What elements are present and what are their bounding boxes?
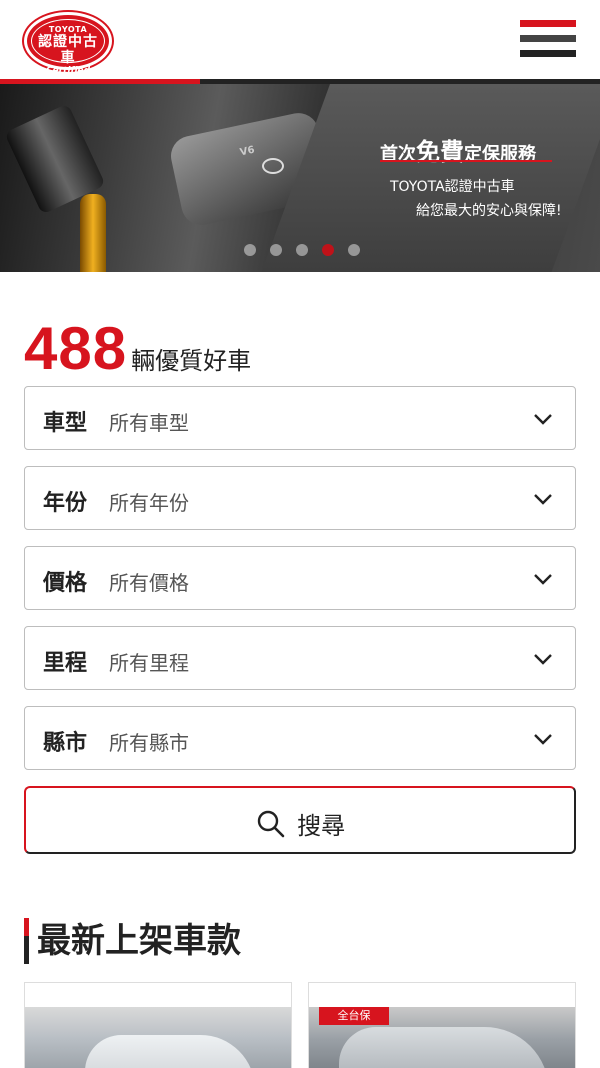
search-icon: [257, 810, 285, 837]
logo-main-text: 認證中古車: [38, 34, 98, 66]
banner-line-2: 給您最大的安心與保障!: [416, 203, 562, 219]
filter-city-select[interactable]: 縣市 所有縣市: [24, 706, 576, 770]
filter-label: 車型: [43, 411, 88, 436]
car-card[interactable]: [24, 982, 292, 1068]
chevron-down-icon: [534, 654, 552, 665]
carousel-dot-3[interactable]: [296, 244, 308, 256]
car-card[interactable]: 全台保: [308, 982, 576, 1068]
filter-mileage-select[interactable]: 里程 所有里程: [24, 626, 576, 690]
filter-value: 所有價格: [109, 571, 189, 595]
menu-bar-top: [520, 20, 576, 27]
menu-bar-bottom: [520, 50, 576, 57]
filter-model-select[interactable]: 車型 所有車型: [24, 386, 576, 450]
filter-value: 所有車型: [109, 411, 189, 435]
carousel-dot-5[interactable]: [348, 244, 360, 256]
carousel-dot-1[interactable]: [244, 244, 256, 256]
inventory-count-number: 488: [24, 315, 128, 382]
oil-stream-image: [80, 194, 106, 272]
filter-label: 縣市: [43, 731, 88, 756]
toyota-emblem-icon: [262, 158, 284, 174]
section-title-text: 最新上架車款: [37, 921, 241, 961]
logo-badge: TOYOTA 認證中古車 Certified: [31, 19, 105, 76]
search-button-content: 搜尋: [256, 806, 345, 841]
top-header: TOYOTA 認證中古車 Certified: [0, 0, 600, 84]
inventory-count-label: 輛優質好車: [131, 347, 252, 375]
search-button[interactable]: 搜尋: [24, 786, 576, 854]
search-button-label: 搜尋: [297, 812, 346, 840]
logo-sub-text: Certified: [45, 66, 91, 76]
inventory-count: 488 輛優質好車: [24, 314, 251, 383]
car-photo: [25, 1007, 291, 1068]
filter-label: 價格: [43, 571, 88, 596]
toyota-certified-logo[interactable]: TOYOTA 認證中古車 Certified: [24, 12, 112, 76]
carousel-dot-2[interactable]: [270, 244, 282, 256]
logo-brand: TOYOTA: [48, 25, 88, 34]
filter-value: 所有里程: [109, 651, 189, 675]
car-silhouette: [339, 1027, 549, 1068]
filter-year-select[interactable]: 年份 所有年份: [24, 466, 576, 530]
filter-value: 所有縣市: [109, 731, 189, 755]
hamburger-menu-icon[interactable]: [520, 20, 576, 60]
carousel-dot-4[interactable]: [322, 244, 334, 256]
banner-line-1: TOYOTA認證中古車: [390, 179, 515, 195]
chevron-down-icon: [534, 574, 552, 585]
filter-label: 年份: [43, 491, 88, 516]
chevron-down-icon: [534, 734, 552, 745]
filter-label: 里程: [43, 651, 88, 676]
menu-bar-middle: [520, 35, 576, 42]
filter-price-select[interactable]: 價格 所有價格: [24, 546, 576, 610]
chevron-down-icon: [534, 494, 552, 505]
dealer-sign: 全台保: [319, 1007, 389, 1025]
chevron-down-icon: [534, 414, 552, 425]
filter-value: 所有年份: [109, 491, 189, 515]
banner-headline-underline: [380, 160, 552, 162]
section-title: 最新上架車款: [24, 918, 241, 964]
car-silhouette: [85, 1035, 255, 1068]
car-photo: 全台保: [309, 1007, 575, 1068]
